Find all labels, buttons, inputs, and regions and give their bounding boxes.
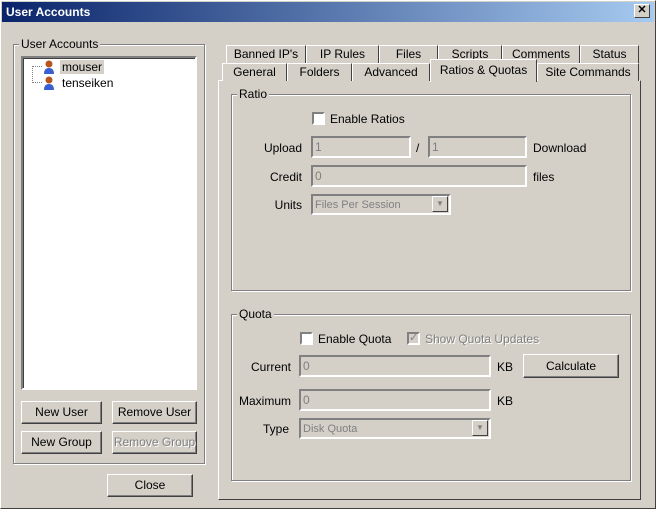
calculate-button[interactable]: Calculate <box>523 354 619 378</box>
type-select[interactable]: Disk Quota <box>299 418 491 439</box>
remove-user-button[interactable]: Remove User <box>112 401 197 424</box>
user-name: mouser <box>60 60 105 74</box>
tab-folders[interactable]: Folders <box>287 63 352 81</box>
chevron-down-icon[interactable]: ▼ <box>432 196 448 212</box>
download-label: Download <box>533 141 587 155</box>
type-label: Type <box>262 422 289 436</box>
tab-site-commands[interactable]: Site Commands <box>537 63 639 81</box>
show-quota-updates-label: Show Quota Updates <box>425 332 540 346</box>
new-group-button[interactable]: New Group <box>21 431 102 454</box>
user-tree[interactable]: mouser tenseiken <box>21 56 197 390</box>
tab-ratios-quotas[interactable]: Ratios & Quotas <box>430 59 537 82</box>
current-field[interactable]: 0 <box>299 355 491 377</box>
download-field[interactable]: 1 <box>428 136 527 158</box>
units-select[interactable]: Files Per Session <box>311 194 451 215</box>
maximum-field[interactable]: 0 <box>299 389 491 411</box>
tab-status[interactable]: Status <box>580 45 639 63</box>
upload-field[interactable]: 1 <box>311 136 411 158</box>
tree-item-user[interactable]: tenseiken <box>43 76 115 90</box>
ratio-separator: / <box>416 141 420 155</box>
user-name: tenseiken <box>62 76 114 90</box>
user-icon <box>44 60 54 74</box>
close-button[interactable]: Close <box>107 474 193 497</box>
user-accounts-group-label: User Accounts <box>19 37 101 51</box>
remove-group-button[interactable]: Remove Group <box>112 431 197 454</box>
current-unit: KB <box>497 360 514 374</box>
enable-ratios-label: Enable Ratios <box>330 112 405 126</box>
user-icon <box>44 76 54 90</box>
credit-label: Credit <box>269 170 302 184</box>
tree-line <box>32 66 42 83</box>
chevron-down-icon[interactable]: ▼ <box>472 420 488 436</box>
enable-quota-label: Enable Quota <box>318 332 392 346</box>
ratio-group-label: Ratio <box>237 87 270 101</box>
close-icon: ✕ <box>637 4 647 16</box>
title-bar: User Accounts <box>2 2 654 22</box>
current-label: Current <box>250 360 291 374</box>
window-title: User Accounts <box>6 5 91 19</box>
maximum-label: Maximum <box>238 394 291 408</box>
tab-ip-rules[interactable]: IP Rules <box>306 45 379 63</box>
quota-group-label: Quota <box>237 307 274 321</box>
tab-advanced[interactable]: Advanced <box>352 63 430 81</box>
new-user-button[interactable]: New User <box>21 401 102 424</box>
type-value: Disk Quota <box>303 423 358 435</box>
close-window-button[interactable]: ✕ <box>634 4 650 18</box>
units-label: Units <box>274 198 302 212</box>
show-quota-updates-checkbox[interactable]: ✓ <box>407 332 420 345</box>
enable-quota-checkbox[interactable] <box>300 332 313 345</box>
tab-banned-ips[interactable]: Banned IP's <box>226 45 306 63</box>
credit-unit: files <box>533 170 555 184</box>
upload-label: Upload <box>263 141 302 155</box>
ratio-group <box>231 94 631 291</box>
credit-field[interactable]: 0 <box>311 165 527 187</box>
maximum-unit: KB <box>497 394 514 408</box>
tab-general[interactable]: General <box>222 63 287 81</box>
tree-line <box>32 66 42 67</box>
tree-item-user[interactable]: mouser <box>43 60 105 74</box>
units-value: Files Per Session <box>315 199 401 211</box>
enable-ratios-checkbox[interactable] <box>312 112 325 125</box>
